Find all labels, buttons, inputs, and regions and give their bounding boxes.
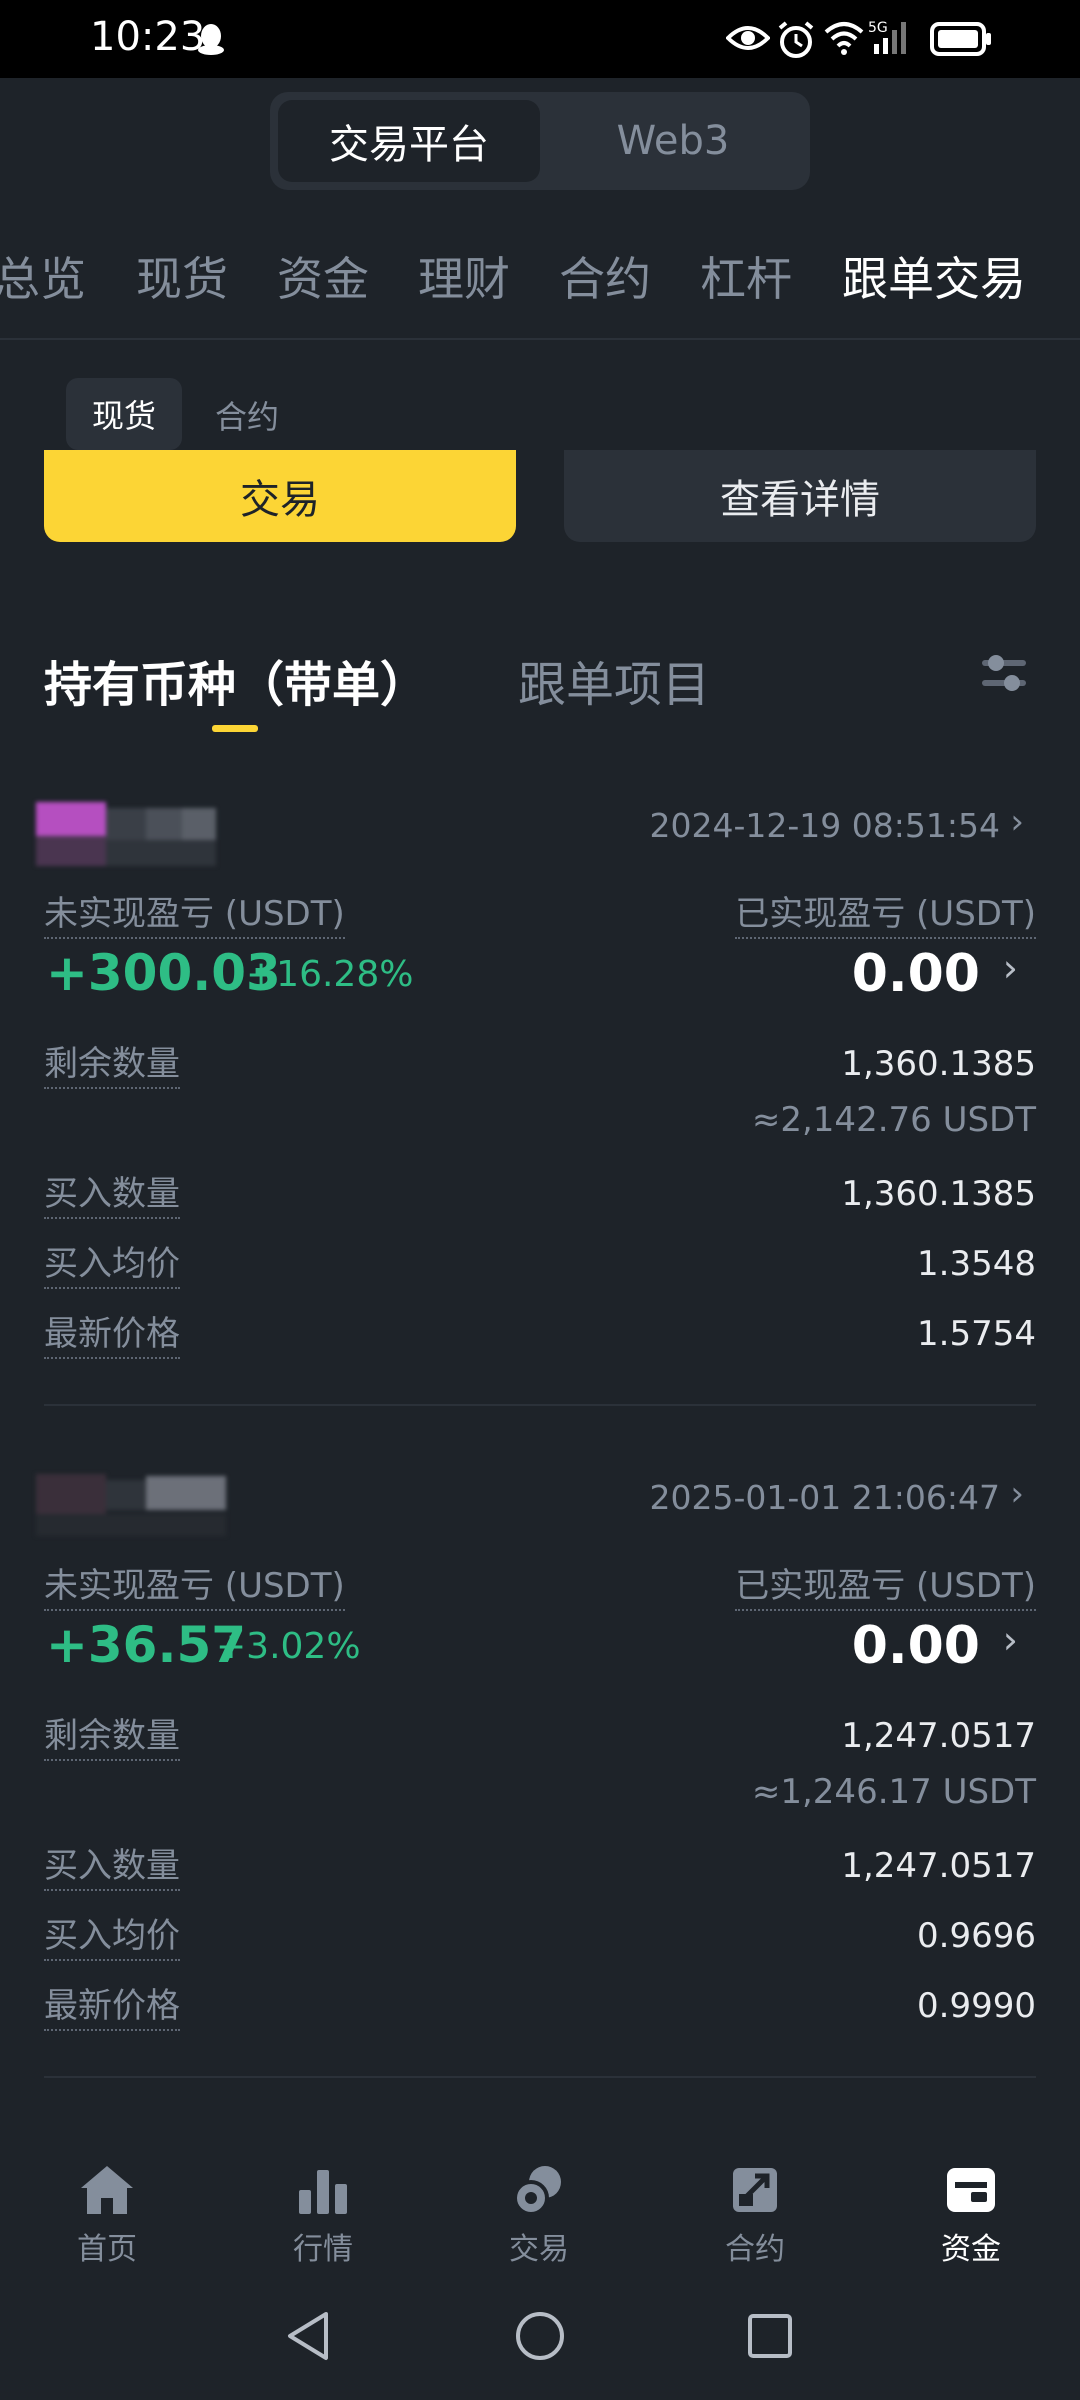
subtab-futures[interactable]: 合约 xyxy=(215,392,279,438)
nav-home[interactable]: 首页 xyxy=(32,2160,182,2270)
remaining-usdt-value: ≈2,142.76 USDT xyxy=(751,1100,1036,1140)
filter-settings-icon[interactable] xyxy=(980,650,1028,698)
nav-trade[interactable]: 交易 xyxy=(464,2160,614,2270)
avg-buy-price-value: 1.3548 xyxy=(917,1244,1036,1284)
last-price-value: 1.5754 xyxy=(917,1314,1036,1354)
tab-funding[interactable]: 资金 xyxy=(277,243,369,309)
realized-pnl-value: 0.00 xyxy=(851,944,980,1004)
nav-label: 首页 xyxy=(77,2232,137,2267)
unrealized-pnl-label: 未实现盈亏 (USDT) xyxy=(44,1558,345,1611)
tab-overview[interactable]: 总览 xyxy=(0,243,86,309)
home-icon xyxy=(81,2166,133,2214)
remaining-qty-value: 1,360.1385 xyxy=(841,1044,1036,1084)
realized-pnl-value: 0.00 xyxy=(851,1616,980,1676)
nav-markets[interactable]: 行情 xyxy=(248,2160,398,2270)
avg-buy-price-label: 买入均价 xyxy=(44,1908,180,1961)
remaining-qty-label: 剩余数量 xyxy=(44,1708,180,1761)
tab-copy-projects[interactable]: 跟单项目 xyxy=(518,645,710,715)
qq-icon xyxy=(198,24,224,55)
recents-icon[interactable] xyxy=(742,2308,798,2364)
subtab-spot[interactable]: 现货 xyxy=(66,378,182,450)
card-divider xyxy=(44,1404,1036,1406)
markets-icon xyxy=(299,2170,347,2214)
unrealized-pnl-label: 未实现盈亏 (USDT) xyxy=(44,886,345,939)
view-details-button[interactable]: 查看详情 xyxy=(564,450,1036,542)
position-card[interactable]: 2025-01-01 21:06:47 › 未实现盈亏 (USDT) 已实现盈亏… xyxy=(0,1440,1080,2112)
position-card[interactable]: 2024-12-19 08:51:54 › 未实现盈亏 (USDT) 已实现盈亏… xyxy=(0,768,1080,1440)
status-time: 10:23 xyxy=(90,14,206,60)
platform-option-exchange[interactable]: 交易平台 xyxy=(278,100,540,182)
realized-pnl-label: 已实现盈亏 (USDT) xyxy=(735,886,1036,939)
back-icon[interactable] xyxy=(282,2308,338,2364)
chevron-right-icon[interactable]: › xyxy=(1010,802,1024,842)
nav-label: 合约 xyxy=(725,2232,785,2267)
remaining-qty-label: 剩余数量 xyxy=(44,1036,180,1089)
nav-label: 交易 xyxy=(509,2232,569,2267)
nav-label: 行情 xyxy=(293,2232,353,2267)
platform-option-web3[interactable]: Web3 xyxy=(542,100,804,182)
last-price-label: 最新价格 xyxy=(44,1306,180,1359)
tab-margin[interactable]: 杠杆 xyxy=(700,243,792,309)
chevron-right-icon[interactable]: › xyxy=(1003,946,1018,990)
buy-qty-value: 1,360.1385 xyxy=(841,1174,1036,1214)
realized-pnl-label: 已实现盈亏 (USDT) xyxy=(735,1558,1036,1611)
divider xyxy=(0,338,1080,340)
coin-logo-pixelated xyxy=(36,802,216,866)
home-circle-icon[interactable] xyxy=(512,2308,568,2364)
eye-icon xyxy=(726,26,770,50)
nav-label: 资金 xyxy=(941,2232,1001,2267)
position-datetime: 2024-12-19 08:51:54 xyxy=(649,806,1000,845)
tab-earn[interactable]: 理财 xyxy=(418,243,510,309)
signal-icon xyxy=(874,22,906,54)
tab-futures[interactable]: 合约 xyxy=(559,243,651,309)
wallet-icon xyxy=(947,2168,995,2212)
card-divider xyxy=(44,2076,1036,2078)
tab-holdings-lead[interactable]: 持有币种（带单） xyxy=(44,645,428,715)
active-tab-indicator xyxy=(212,725,258,732)
avg-buy-price-label: 买入均价 xyxy=(44,1236,180,1289)
nav-futures[interactable]: 合约 xyxy=(680,2160,830,2270)
buy-qty-value: 1,247.0517 xyxy=(841,1846,1036,1886)
last-price-label: 最新价格 xyxy=(44,1978,180,2031)
unrealized-pnl-percent: +3.02% xyxy=(216,1626,361,1667)
buy-qty-label: 买入数量 xyxy=(44,1838,180,1891)
tab-spot[interactable]: 现货 xyxy=(136,243,228,309)
chevron-right-icon[interactable]: › xyxy=(1003,1618,1018,1662)
futures-icon xyxy=(733,2168,777,2212)
wifi-icon xyxy=(824,22,864,55)
coin-logo-pixelated xyxy=(36,1474,226,1536)
buy-qty-label: 买入数量 xyxy=(44,1166,180,1219)
trade-icon xyxy=(513,2166,561,2216)
unrealized-pnl-percent: +16.28% xyxy=(246,954,414,995)
chevron-right-icon[interactable]: › xyxy=(1010,1474,1024,1514)
trade-button[interactable]: 交易 xyxy=(44,450,516,542)
tab-copy-trading[interactable]: 跟单交易 xyxy=(842,243,1026,309)
remaining-qty-value: 1,247.0517 xyxy=(841,1716,1036,1756)
nav-assets[interactable]: 资金 xyxy=(896,2160,1046,2270)
last-price-value: 0.9990 xyxy=(917,1986,1036,2026)
alarm-icon xyxy=(778,21,814,58)
avg-buy-price-value: 0.9696 xyxy=(917,1916,1036,1956)
battery-icon xyxy=(930,22,991,56)
remaining-usdt-value: ≈1,246.17 USDT xyxy=(751,1772,1036,1812)
position-datetime: 2025-01-01 21:06:47 xyxy=(649,1478,1000,1517)
